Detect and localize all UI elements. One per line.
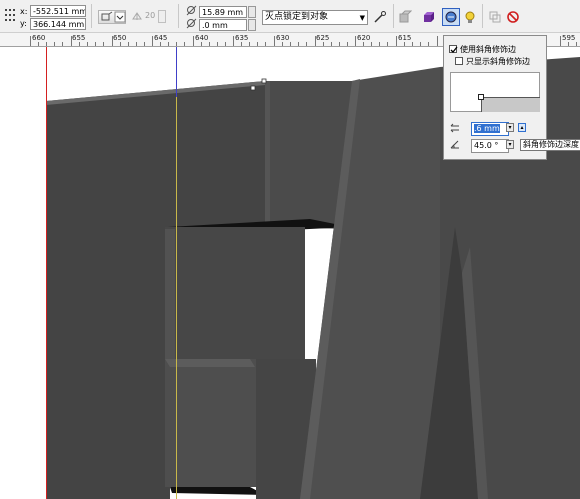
depth-steps-spinner[interactable] — [158, 10, 166, 23]
node-handle — [250, 85, 256, 91]
bevel-angle-spinner[interactable]: ▾ — [506, 140, 514, 149]
use-bevel-label: 使用斜角修饰边 — [460, 45, 516, 54]
copy-vanishing-point-icon[interactable] — [373, 10, 387, 24]
vanishing-point-y-field[interactable]: .0 mm — [199, 19, 247, 31]
lighting-icon[interactable] — [463, 10, 477, 24]
extrusion-middle-face — [165, 227, 305, 359]
vanishing-point-x-field[interactable]: 15.89 mm — [199, 6, 247, 18]
bevel-depth-icon — [450, 123, 460, 133]
extrude-type-dropdown[interactable] — [98, 10, 126, 24]
extrude-type-icon — [101, 11, 126, 23]
bevel-preview-face — [481, 97, 540, 112]
toolbar-separator — [482, 4, 483, 28]
checkmark-icon — [450, 46, 458, 53]
extrusion-middle-bevel — [165, 229, 175, 359]
bevel-tool-icon[interactable] — [442, 8, 460, 26]
bevel-angle-field[interactable]: 45.0 ° — [471, 139, 509, 153]
chevron-down-icon: ▼ — [359, 14, 365, 22]
guideline-yellow[interactable] — [176, 97, 177, 499]
property-bar: x: y: -552.511 mm 366.144 mm 20 15.89 mm… — [0, 0, 580, 33]
bevel-depth-decrement[interactable]: ▾ — [506, 123, 514, 132]
bevel-depth-tooltip: 斜角修饰边深度 — [520, 139, 580, 151]
bevel-depth-increment[interactable]: ▴ — [518, 123, 526, 132]
extrusion-upper-block-bevel — [265, 81, 270, 227]
use-bevel-checkbox[interactable] — [449, 45, 458, 53]
depth-steps-value[interactable]: 20 — [145, 11, 155, 20]
vanishing-point-y-icon — [186, 18, 198, 29]
vanishing-point-x-icon — [186, 5, 198, 16]
copy-extrusion-icon[interactable] — [488, 10, 502, 24]
guideline-blue[interactable] — [176, 47, 177, 97]
clear-extrusion-icon[interactable] — [506, 10, 520, 24]
vanishing-point-lock-value: 灭点锁定到对象 — [265, 12, 329, 22]
vanishing-point-lock-select[interactable]: 灭点锁定到对象 ▼ — [262, 10, 368, 25]
rotate-extrusion-icon[interactable] — [398, 10, 413, 24]
bevel-angle-icon — [450, 139, 460, 149]
y-label: y: — [20, 19, 27, 28]
extrusion-shadow-2 — [170, 487, 265, 495]
node-handle — [261, 78, 267, 84]
guideline-red[interactable] — [46, 47, 47, 499]
position-grid-icon[interactable] — [4, 8, 16, 22]
x-position-field[interactable]: -552.511 mm — [30, 5, 86, 17]
vanishing-y-spinner[interactable] — [248, 19, 256, 31]
toolbar-separator — [91, 4, 92, 28]
bevel-preview[interactable] — [450, 72, 540, 112]
bevel-depth-field[interactable]: .6 mm — [471, 122, 509, 136]
toolbar-separator — [393, 4, 394, 28]
y-position-field[interactable]: 366.144 mm — [30, 18, 86, 30]
extrusion-color-icon[interactable] — [422, 10, 436, 24]
extrusion-notch-bevel — [165, 359, 255, 367]
bevel-depth-value: .6 mm — [474, 124, 500, 133]
depth-icon — [131, 11, 143, 21]
show-bevel-only-label: 只显示斜角修饰边 — [466, 57, 530, 66]
vanishing-x-spinner[interactable] — [248, 6, 256, 18]
show-bevel-only-checkbox[interactable] — [455, 57, 463, 65]
toolbar-separator — [178, 4, 179, 28]
x-label: x: — [20, 7, 28, 16]
bevel-preview-node[interactable] — [478, 94, 484, 100]
extrusion-notch-face — [165, 359, 256, 487]
